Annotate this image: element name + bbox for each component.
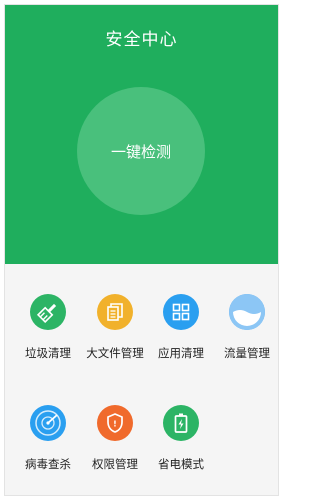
tool-virus-scan[interactable]: 病毒查杀 xyxy=(14,405,82,495)
radar-icon xyxy=(30,405,66,441)
app-grid-icon xyxy=(163,294,199,330)
tool-permission-manager[interactable]: ! 权限管理 xyxy=(81,405,149,495)
tool-junk-cleanup[interactable]: 垃圾清理 xyxy=(14,294,82,384)
tool-large-file-manager[interactable]: 大文件管理 xyxy=(81,294,149,384)
broom-icon xyxy=(30,294,66,330)
shield-icon: ! xyxy=(97,405,133,441)
data-usage-icon xyxy=(229,294,265,330)
tool-label: 省电模式 xyxy=(158,457,204,471)
tool-label: 垃圾清理 xyxy=(25,346,71,360)
tool-label: 应用清理 xyxy=(158,346,204,360)
tool-app-cleanup[interactable]: 应用清理 xyxy=(147,294,215,384)
tool-data-usage[interactable]: 流量管理 xyxy=(213,294,278,384)
tool-label: 大文件管理 xyxy=(86,346,144,360)
tools-grid: 垃圾清理 大文件管理 应用清理 流量管理 病毒查杀 ! 权限管理 省电模式 xyxy=(5,264,278,495)
page-title: 安全中心 xyxy=(105,30,178,50)
battery-icon xyxy=(163,405,199,441)
security-header: 安全中心 一键检测 xyxy=(5,5,278,264)
tool-label: 病毒查杀 xyxy=(25,457,71,471)
tool-power-saving[interactable]: 省电模式 xyxy=(147,405,215,495)
phone-screen: 安全中心 一键检测 垃圾清理 大文件管理 应用清理 流量管理 病毒查杀 ! 权限… xyxy=(4,4,279,496)
one-click-scan-button[interactable]: 一键检测 xyxy=(77,87,205,215)
file-stack-icon xyxy=(97,294,133,330)
tool-label: 流量管理 xyxy=(224,346,270,360)
tool-label: 权限管理 xyxy=(92,457,138,471)
svg-text:!: ! xyxy=(113,420,117,429)
